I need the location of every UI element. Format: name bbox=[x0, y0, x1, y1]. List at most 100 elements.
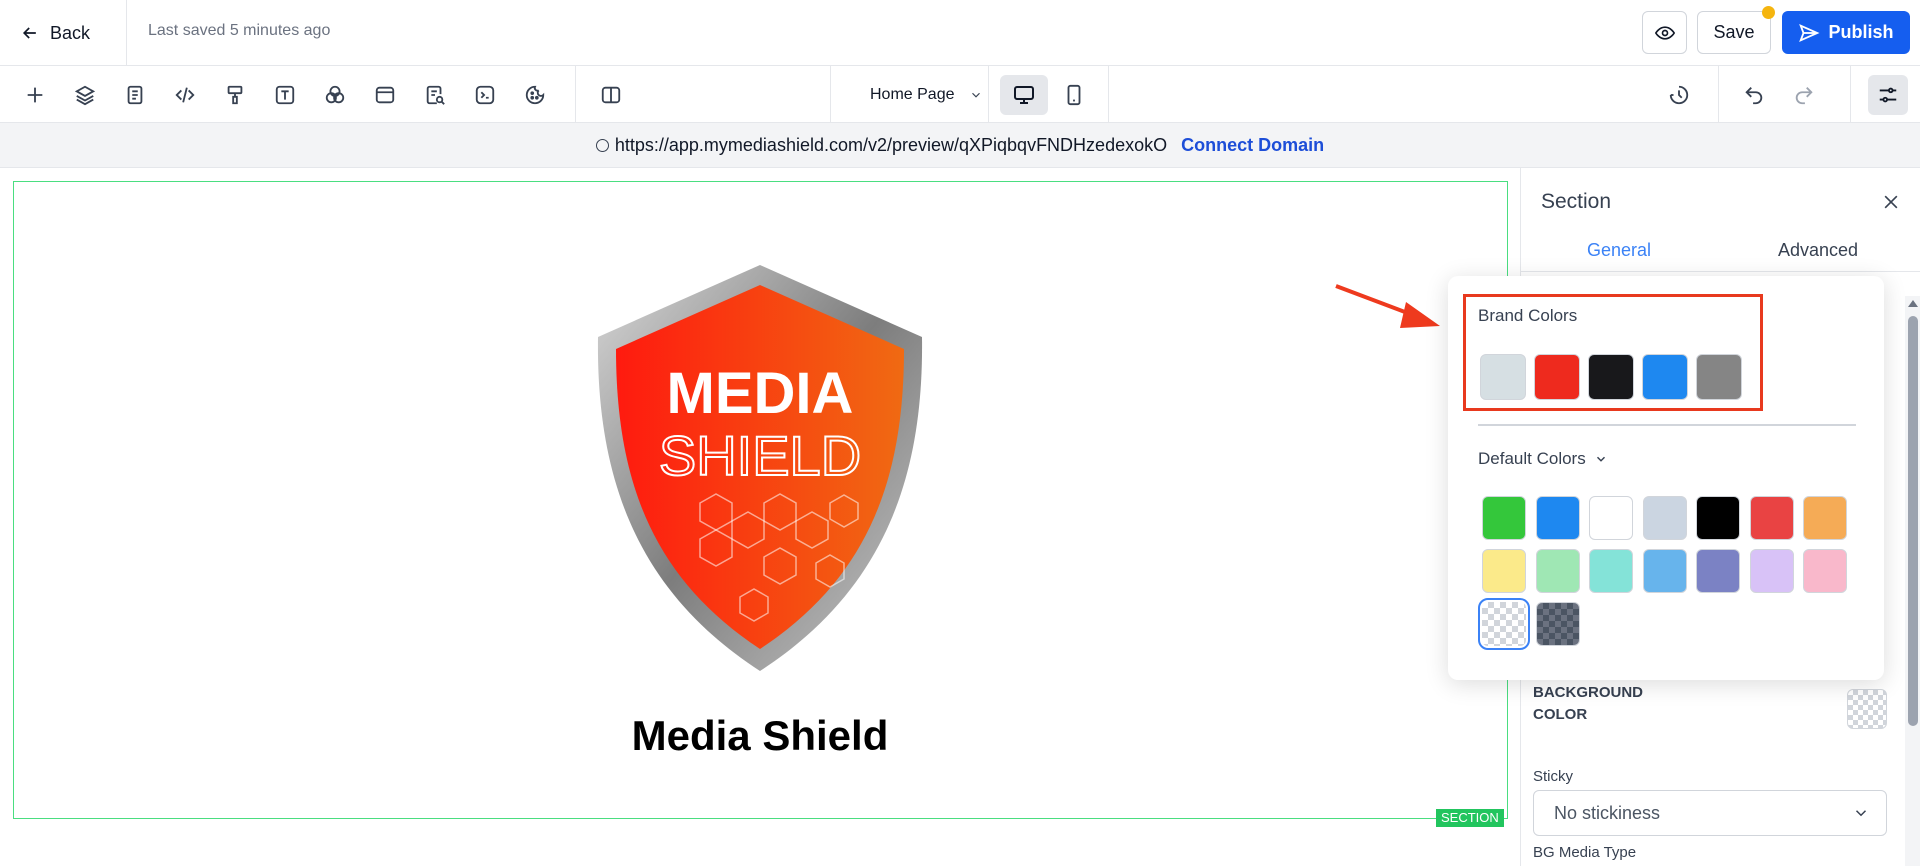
connect-domain-link[interactable]: Connect Domain bbox=[1181, 135, 1324, 156]
page-select[interactable]: Home Page bbox=[870, 80, 983, 110]
panel-title: Section bbox=[1541, 190, 1612, 213]
document-icon bbox=[127, 85, 143, 105]
styles-button[interactable] bbox=[218, 78, 252, 112]
typography-button[interactable] bbox=[268, 78, 302, 112]
divider bbox=[988, 66, 989, 123]
back-label: Back bbox=[50, 22, 91, 43]
text-box-icon bbox=[275, 85, 295, 105]
publish-button[interactable]: Publish bbox=[1782, 11, 1910, 54]
default-color-swatch[interactable] bbox=[1642, 549, 1687, 593]
section-tag: SECTION bbox=[1436, 809, 1504, 827]
publish-label: Publish bbox=[1828, 22, 1894, 42]
close-panel-button[interactable] bbox=[1879, 190, 1903, 214]
tab-general[interactable]: General bbox=[1587, 240, 1651, 261]
brand-color-swatch[interactable] bbox=[1480, 354, 1526, 400]
status-circle-icon bbox=[595, 139, 609, 152]
brand-colors-label: Brand Colors bbox=[1478, 306, 1578, 325]
background-color-swatch[interactable] bbox=[1847, 689, 1887, 729]
editor-toolbar: Home Page bbox=[0, 66, 1920, 123]
plus-icon bbox=[27, 87, 43, 103]
scroll-thumb[interactable] bbox=[1908, 316, 1918, 726]
preview-button[interactable] bbox=[1642, 11, 1687, 54]
default-color-swatch[interactable] bbox=[1535, 549, 1580, 593]
layout-button[interactable] bbox=[368, 78, 402, 112]
history-button[interactable] bbox=[1662, 78, 1696, 112]
terminal-icon bbox=[475, 85, 495, 105]
default-color-swatch[interactable] bbox=[1696, 549, 1740, 593]
default-color-swatch[interactable] bbox=[1749, 549, 1794, 593]
settings-panel-button[interactable] bbox=[1868, 75, 1908, 115]
default-color-swatch[interactable] bbox=[1589, 549, 1633, 593]
divider bbox=[126, 0, 127, 66]
mobile-view-button[interactable] bbox=[1054, 75, 1094, 115]
default-colors-toggle[interactable]: Default Colors bbox=[1478, 449, 1608, 469]
desktop-view-button[interactable] bbox=[1000, 75, 1048, 115]
default-colors-label: Default Colors bbox=[1478, 449, 1586, 468]
colors-button[interactable] bbox=[318, 78, 352, 112]
divider bbox=[1108, 66, 1109, 123]
chevron-down-icon bbox=[1596, 456, 1605, 462]
last-saved-status: Last saved 5 minutes ago bbox=[148, 22, 331, 39]
cookie-button[interactable] bbox=[518, 78, 552, 112]
save-button[interactable]: Save bbox=[1697, 11, 1771, 54]
default-color-swatch[interactable] bbox=[1696, 496, 1740, 540]
divider bbox=[1850, 66, 1851, 123]
tab-advanced[interactable]: Advanced bbox=[1778, 240, 1858, 261]
brand-color-swatch[interactable] bbox=[1642, 354, 1688, 400]
divider bbox=[575, 66, 576, 123]
transparent-color-swatch[interactable] bbox=[1478, 598, 1530, 650]
seo-button[interactable] bbox=[418, 78, 452, 112]
eye-icon bbox=[1654, 25, 1675, 40]
split-view-button[interactable] bbox=[594, 78, 628, 112]
divider bbox=[830, 66, 831, 123]
divider bbox=[1718, 66, 1719, 123]
chevron-down-icon bbox=[971, 92, 980, 98]
cookie-icon bbox=[525, 85, 545, 105]
dark-transparent-color-swatch[interactable] bbox=[1535, 602, 1580, 646]
back-button[interactable]: Back bbox=[20, 18, 90, 48]
undo-icon bbox=[1745, 87, 1763, 105]
default-color-swatch[interactable] bbox=[1482, 549, 1526, 593]
panel-tabs: General Advanced bbox=[1521, 226, 1920, 272]
color-picker-popover: Brand Colors Default Colors bbox=[1448, 276, 1884, 680]
default-color-swatch[interactable] bbox=[1535, 496, 1580, 540]
site-title[interactable]: Media Shield bbox=[0, 712, 1520, 760]
default-color-swatch[interactable] bbox=[1749, 496, 1794, 540]
brand-color-swatch[interactable] bbox=[1588, 354, 1634, 400]
history-icon bbox=[1669, 85, 1689, 105]
pages-button[interactable] bbox=[118, 78, 152, 112]
close-icon bbox=[1884, 195, 1898, 209]
redo-button[interactable] bbox=[1787, 78, 1821, 112]
preview-url[interactable]: https://app.mymediashield.com/v2/preview… bbox=[615, 135, 1167, 156]
default-color-swatch[interactable] bbox=[1482, 496, 1526, 540]
default-color-swatch[interactable] bbox=[1642, 496, 1687, 540]
default-color-swatch[interactable] bbox=[1803, 549, 1847, 593]
sliders-icon bbox=[1879, 87, 1897, 103]
layers-button[interactable] bbox=[68, 78, 102, 112]
media-shield-logo[interactable]: MEDIA SHIELD bbox=[590, 263, 930, 673]
brand-color-swatch[interactable] bbox=[1696, 354, 1742, 400]
background-color-label: BACKGROUND COLOR bbox=[1533, 684, 1643, 723]
color-circles-icon bbox=[325, 85, 345, 104]
top-bar: Back Last saved 5 minutes ago Save Publi… bbox=[0, 0, 1920, 66]
brand-color-swatch[interactable] bbox=[1534, 354, 1580, 400]
logo-text-shield: SHIELD bbox=[659, 424, 861, 487]
redo-icon bbox=[1795, 87, 1813, 105]
add-element-button[interactable] bbox=[18, 78, 52, 112]
url-bar: https://app.mymediashield.com/v2/preview… bbox=[0, 124, 1920, 168]
sticky-select-value: No stickiness bbox=[1554, 802, 1661, 823]
scroll-up-icon[interactable] bbox=[1908, 300, 1918, 307]
layers-icon bbox=[74, 85, 96, 106]
editor-canvas: SECTION MEDIA SHIELD Media Shield bbox=[0, 168, 1520, 866]
browser-window-icon bbox=[375, 86, 395, 104]
undo-button[interactable] bbox=[1737, 78, 1771, 112]
terminal-button[interactable] bbox=[468, 78, 502, 112]
chevron-down-icon bbox=[1855, 810, 1867, 817]
divider bbox=[1478, 424, 1856, 426]
panel-scrollbar[interactable] bbox=[1905, 296, 1920, 866]
send-icon bbox=[1799, 23, 1820, 42]
default-color-swatch[interactable] bbox=[1803, 496, 1847, 540]
sticky-select[interactable]: No stickiness bbox=[1533, 790, 1887, 836]
default-color-swatch[interactable] bbox=[1589, 496, 1633, 540]
code-button[interactable] bbox=[168, 78, 202, 112]
